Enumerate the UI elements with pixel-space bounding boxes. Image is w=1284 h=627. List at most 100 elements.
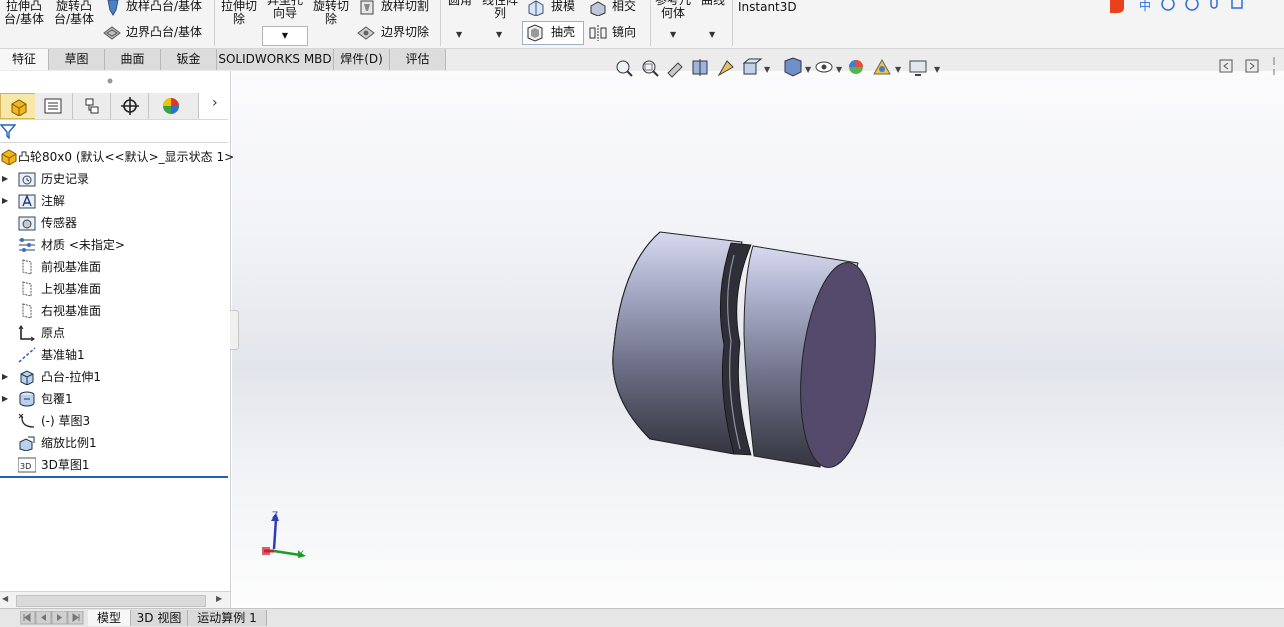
apply-scene-icon — [873, 58, 891, 75]
panel-splitter-dot[interactable] — [106, 77, 114, 85]
revolve-boss-button[interactable]: 旋转凸 台/基体 — [52, 0, 96, 26]
panel-collapse-handle[interactable] — [230, 310, 239, 350]
tree-item[interactable]: 材质 <未指定> — [0, 234, 230, 256]
tree-item[interactable]: 前视基准面 — [0, 256, 230, 278]
tree-horizontal-scrollbar[interactable]: ◀ ▶ — [0, 591, 230, 608]
wrap-feature-icon — [19, 391, 35, 407]
extrude-boss-button[interactable]: 拉伸凸 台/基体 — [2, 0, 46, 26]
panel-tabs-more-icon[interactable]: › — [212, 95, 218, 111]
tree-item[interactable]: ▶ 包覆1 — [0, 388, 230, 410]
ime-toolbar[interactable] — [1108, 0, 1248, 14]
loft-boss-icon — [107, 0, 119, 16]
3d-sketch-icon: 3D — [18, 457, 36, 473]
tree-item[interactable]: 原点 — [0, 322, 230, 344]
tree-item[interactable]: 传感器 — [0, 212, 230, 234]
loft-boss-button[interactable]: 放样凸台/基体 — [126, 0, 202, 13]
tree-item[interactable]: ▶ 凸台-拉伸1 — [0, 366, 230, 388]
expand-arrow-icon[interactable]: ▶ — [2, 388, 8, 410]
tree-item-label: 历史记录 — [41, 172, 90, 186]
tab-property-manager[interactable] — [35, 93, 73, 119]
curves-button[interactable]: 曲线 — [698, 0, 728, 7]
viewport-window-controls[interactable] — [1218, 57, 1284, 77]
tree-item[interactable]: ▶ 注解 — [0, 190, 230, 212]
scroll-left-icon[interactable]: ◀ — [2, 594, 8, 603]
tree-item[interactable]: (-) 草图3 — [0, 410, 230, 432]
loft-cut-button[interactable]: 放样切割 — [381, 0, 429, 13]
tree-item[interactable]: 右视基准面 — [0, 300, 230, 322]
shell-button[interactable]: 抽壳 — [551, 26, 575, 39]
tab-navigation-arrows[interactable] — [20, 611, 84, 625]
tab-weldments[interactable]: 焊件(D) — [334, 49, 390, 70]
fillet-dropdown-icon[interactable]: ▼ — [456, 30, 462, 39]
tree-item[interactable]: 上视基准面 — [0, 278, 230, 300]
scroll-right-icon[interactable]: ▶ — [216, 594, 222, 603]
tab-features[interactable]: 特征 — [0, 49, 49, 70]
tab-sheet-metal[interactable]: 钣金 — [161, 49, 217, 70]
instant3d-button[interactable]: Instant3D — [738, 1, 797, 14]
emoji-icon — [1185, 0, 1199, 11]
tab-feature-manager[interactable] — [0, 93, 38, 119]
tree-root-label: 凸轮80x0 (默认<<默认>_显示状态 1> — [18, 150, 235, 164]
expand-arrow-icon[interactable]: ▶ — [2, 168, 8, 190]
sensor-icon — [18, 216, 36, 231]
revolve-cut-button[interactable]: 旋转切 除 — [310, 0, 352, 26]
extrude-feature-icon — [20, 370, 34, 385]
tree-item[interactable]: 缩放比例1 — [0, 432, 230, 454]
mirror-button[interactable]: 镜向 — [612, 26, 636, 39]
hole-wizard-button[interactable]: 异型孔 向导 — [262, 0, 308, 20]
heads-up-view-toolbar[interactable]: ▼ ▼ ▼ ▼ ▼ — [612, 57, 972, 79]
dynamic-annotation-icon — [717, 60, 734, 77]
tab-configuration-manager[interactable] — [73, 93, 111, 119]
hide-show-items-icon — [815, 61, 833, 73]
expand-arrow-icon[interactable]: ▶ — [2, 190, 8, 212]
linear-pattern-dropdown-icon[interactable]: ▼ — [496, 30, 502, 39]
expand-arrow-icon[interactable]: ▶ — [2, 366, 8, 388]
tree-root-part[interactable]: 凸轮80x0 (默认<<默认>_显示状态 1> — [0, 146, 234, 168]
fillet-button[interactable]: 圆角 — [444, 0, 476, 7]
draft-icon — [528, 0, 544, 16]
tab-surfaces[interactable]: 曲面 — [105, 49, 161, 70]
curves-dropdown-icon[interactable]: ▼ — [709, 30, 715, 39]
tree-item[interactable]: 3D 3D草图1 — [0, 454, 230, 476]
section-view-icon — [692, 59, 708, 76]
tree-item-label: (-) 草图3 — [41, 414, 91, 428]
tab-motion-study[interactable]: 运动算例 1 — [188, 610, 267, 626]
tab-model[interactable]: 模型 — [88, 610, 131, 626]
boundary-boss-button[interactable]: 边界凸台/基体 — [126, 26, 202, 39]
triad-z-label: Z — [272, 511, 279, 521]
reference-geometry-button[interactable]: 参考几 何体 — [652, 0, 694, 20]
expand-right-icon — [1245, 59, 1259, 73]
tab-dimxpert-manager[interactable] — [111, 93, 149, 119]
tree-item[interactable]: 基准轴1 — [0, 344, 230, 366]
tab-solidworks-mbd[interactable]: SOLIDWORKS MBD — [217, 49, 334, 70]
boundary-cut-button[interactable]: 边界切除 — [381, 26, 429, 39]
scroll-thumb[interactable] — [16, 595, 206, 607]
tree-filter-box[interactable] — [0, 119, 228, 143]
tab-evaluate[interactable]: 评估 — [390, 49, 446, 70]
command-manager-ribbon: 拉伸凸 台/基体 旋转凸 台/基体 放样凸台/基体 边界凸台/基体 拉伸切 除 … — [0, 0, 1284, 49]
origin-icon — [18, 325, 35, 341]
sogou-logo-icon — [1110, 0, 1124, 13]
intersect-button[interactable]: 相交 — [612, 0, 636, 13]
tab-3d-views[interactable]: 3D 视图 — [131, 610, 188, 626]
triad-y-axis — [273, 549, 301, 557]
tab-sketch[interactable]: 草图 — [49, 49, 105, 70]
tree-item[interactable]: ▶ 历史记录 — [0, 168, 230, 190]
boundary-cut-icon — [357, 26, 375, 40]
ime-language-indicator[interactable]: 中 — [1139, 0, 1151, 14]
rollback-bar[interactable] — [0, 476, 228, 478]
tree-item-label: 基准轴1 — [41, 348, 85, 362]
tab-display-manager[interactable] — [149, 93, 199, 119]
graphics-area[interactable]: ▼ ▼ ▼ ▼ ▼ Z Y — [232, 57, 1284, 610]
hole-wizard-dropdown[interactable]: ▼ — [262, 26, 308, 46]
draft-button[interactable]: 拔模 — [551, 0, 575, 13]
linear-pattern-button[interactable]: 线性阵 列 — [478, 0, 522, 20]
mirror-icon — [589, 25, 607, 41]
3d-part-model[interactable] — [606, 225, 876, 475]
svg-text:▼: ▼ — [805, 65, 812, 74]
reference-geometry-dropdown-icon[interactable]: ▼ — [670, 30, 676, 39]
extrude-cut-button[interactable]: 拉伸切 除 — [218, 0, 260, 26]
zoom-to-fit-icon — [616, 60, 633, 77]
axis-icon — [18, 347, 36, 363]
tree-item-label: 前视基准面 — [41, 260, 102, 274]
